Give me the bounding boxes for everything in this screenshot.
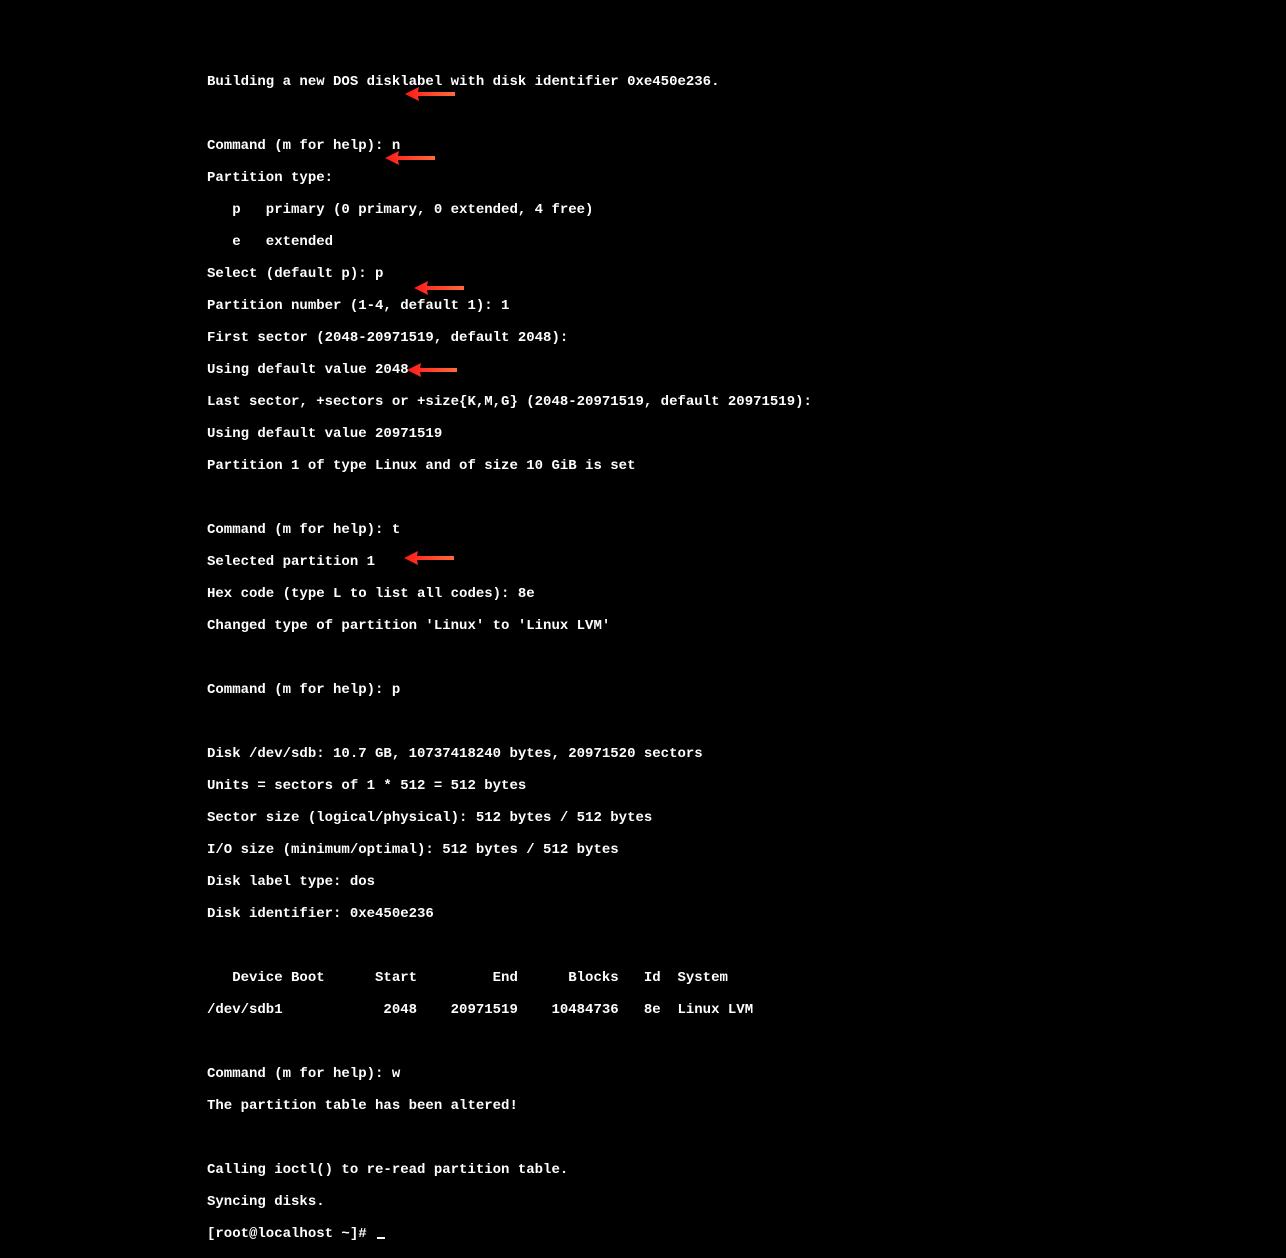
terminal-line: Disk /dev/sdb: 10.7 GB, 10737418240 byte… [207,746,812,762]
prompt-text: [root@localhost ~]# [207,1226,375,1242]
terminal-line: Selected partition 1 [207,554,812,570]
terminal-line: Changed type of partition 'Linux' to 'Li… [207,618,812,634]
terminal-line: Using default value 2048 [207,362,812,378]
terminal-line: Disk identifier: 0xe450e236 [207,906,812,922]
terminal-line: Partition number (1-4, default 1): 1 [207,298,812,314]
terminal-line [207,490,812,506]
terminal-line: Command (m for help): p [207,682,812,698]
terminal-line: Using default value 20971519 [207,426,812,442]
terminal-line: Select (default p): p [207,266,812,282]
terminal-line: Syncing disks. [207,1194,812,1210]
terminal-line [207,650,812,666]
terminal-line: e extended [207,234,812,250]
terminal-line: Sector size (logical/physical): 512 byte… [207,810,812,826]
cursor-icon [377,1237,385,1239]
terminal-line: Device Boot Start End Blocks Id System [207,970,812,986]
terminal-line: /dev/sdb1 2048 20971519 10484736 8e Linu… [207,1002,812,1018]
terminal-line [207,106,812,122]
terminal-line: Partition 1 of type Linux and of size 10… [207,458,812,474]
terminal-line: I/O size (minimum/optimal): 512 bytes / … [207,842,812,858]
terminal-line: Calling ioctl() to re-read partition tab… [207,1162,812,1178]
terminal-line: Command (m for help): w [207,1066,812,1082]
terminal-line: Hex code (type L to list all codes): 8e [207,586,812,602]
terminal-line: Command (m for help): n [207,138,812,154]
terminal-line: The partition table has been altered! [207,1098,812,1114]
terminal-line: Partition type: [207,170,812,186]
terminal-line [207,1034,812,1050]
terminal-output: Building a new DOS disklabel with disk i… [207,58,812,1258]
terminal-line: Command (m for help): t [207,522,812,538]
terminal-prompt[interactable]: [root@localhost ~]# [207,1226,812,1242]
terminal-line: Disk label type: dos [207,874,812,890]
terminal-line: p primary (0 primary, 0 extended, 4 free… [207,202,812,218]
terminal-line: First sector (2048-20971519, default 204… [207,330,812,346]
terminal-line [207,938,812,954]
terminal-line: Building a new DOS disklabel with disk i… [207,74,812,90]
terminal-line: Units = sectors of 1 * 512 = 512 bytes [207,778,812,794]
terminal-line [207,714,812,730]
terminal-line: Last sector, +sectors or +size{K,M,G} (2… [207,394,812,410]
terminal-line [207,1130,812,1146]
